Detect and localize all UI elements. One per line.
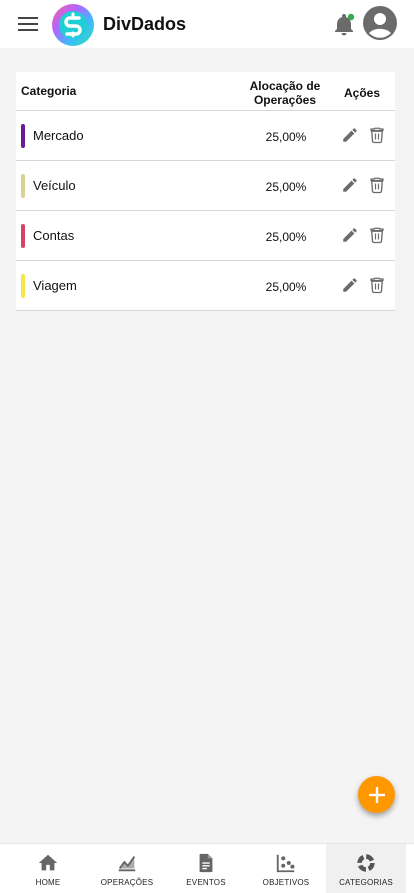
nav-label: OBJETIVOS: [262, 878, 310, 887]
table-header: Categoria Alocação de Operações Ações: [16, 72, 395, 111]
edit-icon[interactable]: [341, 176, 359, 194]
category-color-bar: [21, 274, 25, 298]
category-allocation: 25,00%: [265, 230, 307, 244]
notifications-icon[interactable]: [331, 11, 357, 37]
edit-icon[interactable]: [341, 276, 359, 294]
add-category-button[interactable]: [358, 776, 395, 813]
category-color-bar: [21, 174, 25, 198]
category-name: Mercado: [33, 128, 84, 143]
home-icon: [38, 854, 58, 871]
category-allocation: 25,00%: [265, 130, 307, 144]
delete-icon[interactable]: [368, 276, 386, 294]
menu-button[interactable]: [16, 12, 40, 36]
delete-icon[interactable]: [368, 226, 386, 244]
header-categoria: Categoria: [21, 84, 77, 98]
nav-categorias[interactable]: CATEGORIAS: [326, 844, 406, 893]
nav-home[interactable]: HOME: [8, 844, 88, 893]
notification-dot: [347, 13, 355, 21]
header-acoes: Ações: [343, 86, 381, 100]
nav-operacoes[interactable]: OPERAÇÕES: [87, 844, 167, 893]
category-name: Contas: [33, 228, 75, 243]
edit-icon[interactable]: [341, 226, 359, 244]
nav-label: CATEGORIAS: [339, 878, 393, 887]
categories-table: Categoria Alocação de Operações Ações Me…: [16, 72, 395, 311]
nav-eventos[interactable]: EVENTOS: [166, 844, 246, 893]
document-icon: [199, 853, 213, 873]
category-color-bar: [21, 224, 25, 248]
edit-icon[interactable]: [341, 126, 359, 144]
delete-icon[interactable]: [368, 176, 386, 194]
chart-icon: [118, 856, 136, 872]
category-allocation: 25,00%: [265, 180, 307, 194]
category-name: Veículo: [33, 178, 76, 193]
category-name: Viagem: [33, 278, 77, 293]
add-icon: [368, 786, 385, 803]
category-color-bar: [21, 124, 25, 148]
header-alocacao: Alocação de Operações: [249, 79, 321, 107]
donut-icon: [357, 854, 375, 872]
table-row: Mercado 25,00%: [16, 111, 395, 161]
menu-icon: [18, 17, 38, 31]
top-app-bar: DivDados: [0, 0, 414, 48]
category-allocation: 25,00%: [265, 280, 307, 294]
bottom-navigation: HOME OPERAÇÕES EVENTOS OBJETIVOS CATEGOR…: [0, 843, 414, 893]
account-circle-icon[interactable]: [362, 5, 398, 41]
app-logo: [52, 4, 94, 46]
nav-label: OPERAÇÕES: [100, 878, 154, 887]
delete-icon[interactable]: [368, 126, 386, 144]
table-row: Veículo 25,00%: [16, 161, 395, 211]
table-row: Viagem 25,00%: [16, 261, 395, 311]
nav-label: EVENTOS: [186, 878, 226, 887]
scatter-icon: [276, 854, 295, 873]
nav-label: HOME: [35, 878, 61, 887]
app-title: DivDados: [103, 14, 187, 34]
nav-objetivos[interactable]: OBJETIVOS: [246, 844, 326, 893]
table-row: Contas 25,00%: [16, 211, 395, 261]
